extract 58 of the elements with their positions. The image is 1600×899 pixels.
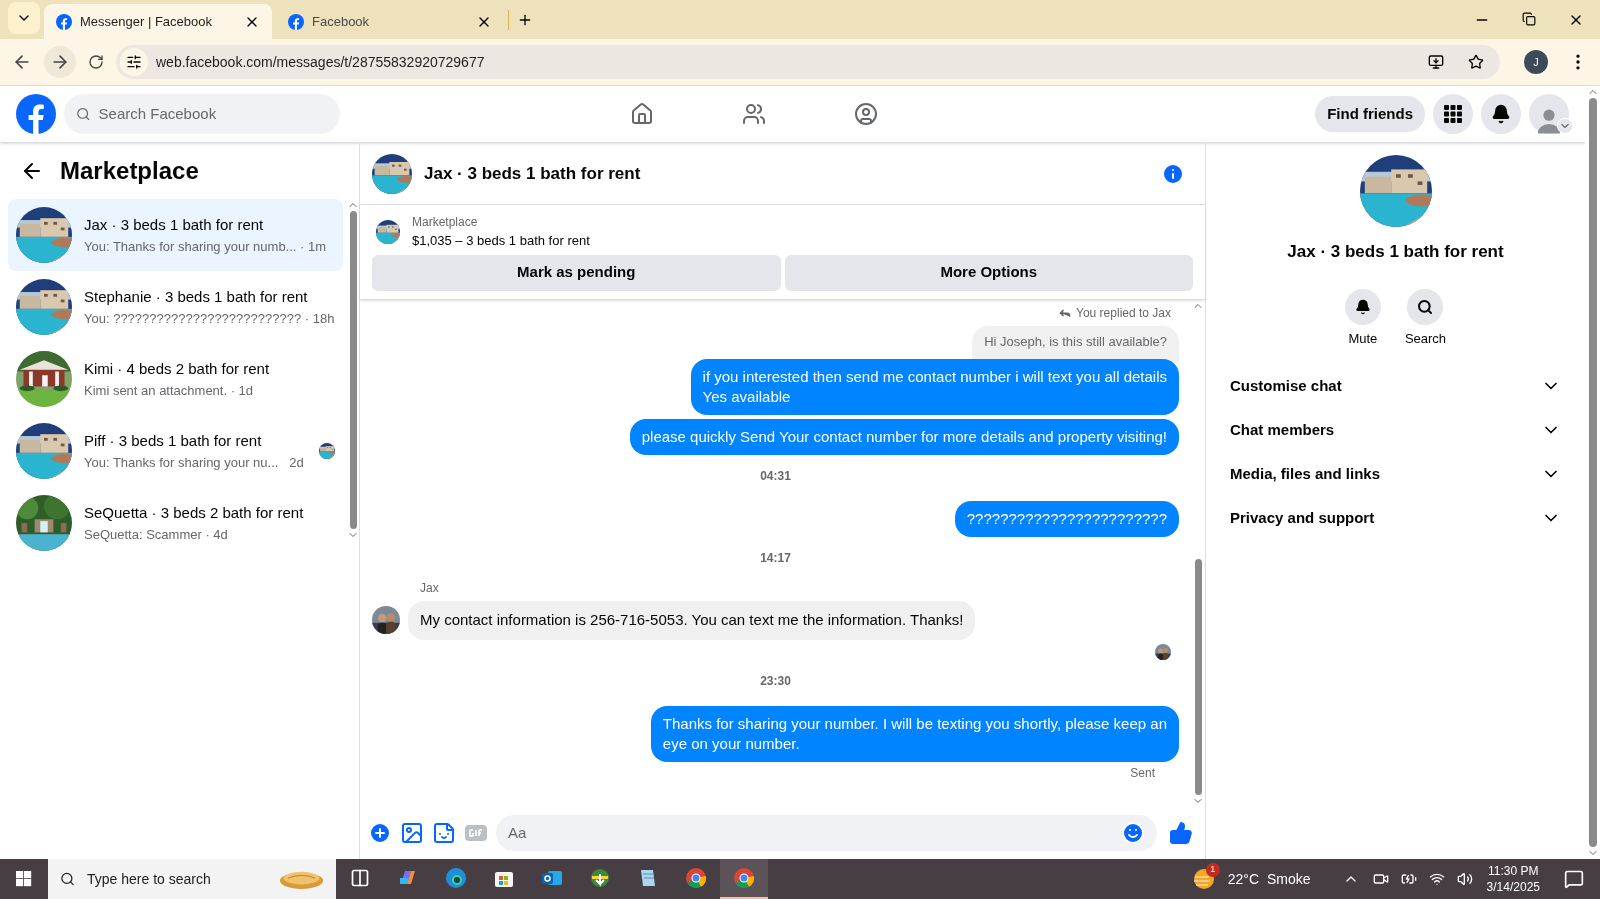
conversation-item[interactable]: Jax · 3 beds 1 bath for rent You: Thanks for sharing your numb... · 1m (8, 199, 343, 271)
notification-badge: 1 (1205, 863, 1220, 877)
conversation-item[interactable]: Piff · 3 beds 1 bath for rent You: Thanks for sharing your nu... 2d (8, 415, 343, 487)
outgoing-message: Thanks for sharing your number. I will be texting you shortly, please keep an eye on your number. (650, 705, 1179, 762)
clock-time: 11:30 PM (1488, 863, 1539, 879)
quoted-message: Hi Joseph, is this still available? (972, 325, 1179, 363)
conversation-title: SeQuetta · 3 beds 2 bath for rent (84, 503, 305, 523)
timestamp: 04:31 (759, 468, 792, 485)
conversation-item[interactable]: Stephanie · 3 beds 1 bath for rent You: ?????????????????????????? · 18h (8, 271, 343, 343)
url-text: web.facebook.com/messages/t/28755832920729677 (156, 52, 486, 72)
clock[interactable]: 11:30 PM 3/14/2025 (1486, 863, 1540, 895)
browser-tab[interactable]: Facebook (276, 4, 504, 39)
weather-condition: Smoke (1267, 869, 1311, 889)
conversation-title: Stephanie · 3 beds 1 bath for rent (84, 287, 309, 307)
listing-title: $1,035 – 3 beds 1 bath for rent (412, 232, 590, 250)
clock-date: 3/14/2025 (1486, 879, 1540, 895)
timestamp: 14:17 (759, 550, 792, 567)
message-status: Sent (1129, 764, 1156, 782)
conversation-title: Jax · 3 beds 1 bath for rent (84, 215, 265, 235)
outgoing-message: if you interested then send me contact number i will text you all details Yes available (690, 359, 1179, 415)
listing-action-button[interactable]: More Options (784, 254, 1193, 291)
conversation-title: Piff · 3 beds 1 bath for rent (84, 431, 263, 451)
message-field[interactable]: Aa (496, 815, 1157, 851)
incoming-message: My contact information is 256-716-5053. You can text me the information. Thanks! (408, 601, 976, 640)
sidebar-title: Marketplace (60, 156, 199, 186)
conversation-title: Kimi · 4 beds 2 bath for rent (84, 359, 271, 379)
details-section[interactable]: Customise chat (1222, 364, 1569, 408)
browser-tab[interactable]: Messenger | Facebook (44, 4, 272, 39)
taskbar-search[interactable]: Type here to search (48, 859, 336, 899)
conversation-preview: SeQuetta: Scammer · 4d (84, 525, 229, 544)
conversation-preview: You: Thanks for sharing your numb... · 1m (84, 237, 328, 256)
outgoing-message: ???????????????????????? (954, 501, 1179, 537)
details-title: Jax · 3 beds 1 bath for rent (1287, 241, 1504, 263)
timestamp: 23:30 (759, 672, 792, 690)
sender-name: Jax (420, 580, 440, 597)
outgoing-message: please quickly Send Your contact number for more details and property visiting! (629, 419, 1179, 455)
listing-action-button[interactable]: Mark as pending (372, 254, 781, 291)
conversation-preview: You: ?????????????????????????? · 18h (84, 309, 335, 328)
find-friends-button[interactable]: Find friends (1315, 96, 1425, 132)
details-section[interactable]: Media, files and links (1222, 452, 1569, 496)
taskbar-search-input[interactable]: Type here to search (87, 868, 267, 890)
conversation-item[interactable]: SeQuetta · 3 beds 2 bath for rent SeQuetta: Scammer · 4d (8, 487, 343, 559)
listing-label: Marketplace (412, 214, 479, 231)
message-input[interactable]: Aa (508, 821, 1121, 845)
tab-title: Messenger | Facebook (80, 12, 213, 31)
tab-title: Facebook (312, 12, 371, 31)
conversation-item[interactable]: Kimi · 4 beds 2 bath for rent Kimi sent an attachment. · 1d (8, 343, 343, 415)
search-field[interactable]: Search Facebook (64, 94, 340, 134)
address-bar[interactable]: web.facebook.com/messages/t/28755832920729677 (116, 45, 1500, 79)
profile-avatar[interactable]: J (1524, 50, 1548, 74)
conversation-preview: Kimi sent an attachment. · 1d (84, 381, 255, 400)
temperature: 22°C (1227, 869, 1260, 889)
reply-note: You replied to Jax (1058, 303, 1171, 322)
chat-title: Jax · 3 beds 1 bath for rent (424, 162, 642, 185)
details-section[interactable]: Privacy and support (1222, 496, 1569, 540)
details-section[interactable]: Chat members (1222, 408, 1569, 452)
search-input[interactable]: Search Facebook (98, 102, 328, 126)
conversation-preview: You: Thanks for sharing your nu... 2d (84, 453, 305, 472)
